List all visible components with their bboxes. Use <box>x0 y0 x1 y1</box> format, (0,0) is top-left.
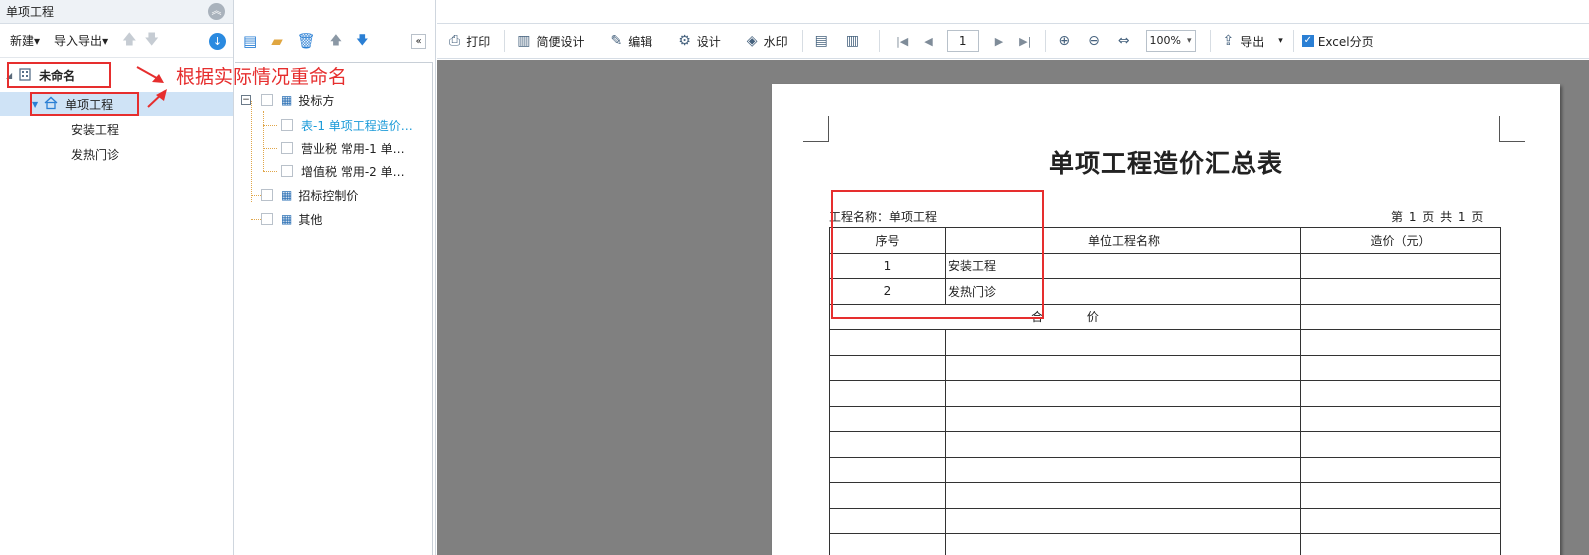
collapse-left-icon[interactable]: « <box>411 33 426 49</box>
project-toolbar: 新建▾ 导入导出▾ 🡅 🡇 ↓ <box>0 24 233 58</box>
tree-node-bid-control-price[interactable]: ▦ 招标控制价 <box>261 184 358 206</box>
checkmark-icon: ✓ <box>1301 35 1314 47</box>
checkbox[interactable] <box>281 165 293 177</box>
preview-toolbar: ⎙ 打印 ▥ 简便设计 ✎ 编辑 ⚙ 设计 ◈ 水印 ▤ ▥ |◀ ◀ 1 ▶ ▶| ⊕ … <box>437 24 1589 59</box>
layout-icon: ▥ <box>517 33 531 49</box>
export-icon: ⇪ <box>1222 33 1235 49</box>
empty-row <box>829 431 1501 458</box>
collapse-icon[interactable]: ︽ <box>208 3 225 20</box>
highlight-box-root <box>7 62 111 88</box>
page-number-input[interactable]: 1 <box>946 30 979 52</box>
empty-row <box>829 533 1501 555</box>
tree-node-label: 发热门诊 <box>71 147 120 162</box>
crop-mark <box>1499 116 1525 142</box>
checkbox[interactable] <box>281 119 293 131</box>
folder-report-icon: ▦ <box>281 188 293 202</box>
watermark-button[interactable]: ◈ 水印 <box>747 33 788 50</box>
prev-page-icon[interactable]: ◀ <box>924 35 932 48</box>
add-report-icon[interactable]: ▤ <box>243 32 257 50</box>
tree-node-label: 投标方 <box>298 93 335 108</box>
tree-node-unit-fever-clinic[interactable]: 发热门诊 <box>71 142 119 166</box>
add-folder-icon[interactable]: ▰ <box>271 32 283 50</box>
header-cell: 造价（元） <box>1300 227 1501 254</box>
report-preview-area[interactable]: 单项工程造价汇总表 工程名称：单项工程 第 1 页 共 1 页 序号 单位工程名… <box>437 60 1589 555</box>
empty-row <box>829 329 1501 356</box>
tree-node-label: 其他 <box>298 212 323 227</box>
import-export-menu-button[interactable]: 导入导出▾ <box>54 32 108 49</box>
next-page-icon[interactable]: ▶ <box>995 35 1003 48</box>
printer-icon: ⎙ <box>449 33 461 49</box>
zoom-out-icon: ⊖ <box>1088 33 1100 49</box>
tree-node-label: 安装工程 <box>71 122 120 137</box>
cost-cell <box>1300 278 1501 305</box>
empty-row <box>829 380 1501 407</box>
tree-node-label: 招标控制价 <box>298 188 359 203</box>
report-page: 单项工程造价汇总表 工程名称：单项工程 第 1 页 共 1 页 序号 单位工程名… <box>772 84 1560 555</box>
page-info: 第 1 页 共 1 页 <box>1391 210 1484 224</box>
delete-icon[interactable]: 🗑 <box>297 32 316 50</box>
export-button[interactable]: ⇪ 导出 ▾ <box>1223 33 1283 50</box>
move-down-icon[interactable]: 🡇 <box>356 31 368 52</box>
empty-row <box>829 482 1501 509</box>
tree-node-other[interactable]: ▦ 其他 <box>261 208 322 230</box>
simple-design-button[interactable]: ▥ 简便设计 <box>517 33 584 50</box>
crop-mark <box>803 116 829 142</box>
panel-title: 单项工程 <box>6 5 55 19</box>
empty-row <box>829 456 1501 483</box>
zoom-out-button[interactable]: ⊖ <box>1088 33 1106 49</box>
report-tree-toolbar: ▤ ▰ 🗑 🡅 🡇 « <box>235 24 435 58</box>
empty-row <box>829 405 1501 432</box>
double-page-view-button[interactable]: ▥ <box>846 33 865 49</box>
folder-report-icon: ▦ <box>281 212 293 226</box>
checkbox[interactable] <box>261 213 273 225</box>
new-menu-button[interactable]: 新建▾ <box>10 32 40 49</box>
checkbox[interactable] <box>261 189 273 201</box>
design-icon: ⚙ <box>678 33 691 49</box>
tree-node-report-1[interactable]: 表-1 单项工程造价… <box>281 114 413 136</box>
report-tree: − ▦ 投标方 表-1 单项工程造价… 营业税 常用-1 单… 增值税 常用-2… <box>235 62 433 555</box>
annotation-arrows <box>136 66 167 108</box>
panel-header: 单项工程 ︽ <box>0 0 233 24</box>
tree-node-label: 营业税 常用-1 单… <box>301 141 405 156</box>
move-up-icon[interactable]: 🡅 <box>122 29 136 53</box>
first-page-icon[interactable]: |◀ <box>896 35 908 48</box>
checkbox[interactable] <box>261 94 273 106</box>
double-page-icon: ▥ <box>845 33 860 49</box>
download-icon[interactable]: ↓ <box>209 33 226 50</box>
tree-node-label: 表-1 单项工程造价… <box>301 118 413 133</box>
total-cost-cell <box>1300 303 1501 330</box>
tree-node-unit-install[interactable]: 安装工程 <box>71 117 119 141</box>
tree-node-label: 增值税 常用-2 单… <box>301 164 405 179</box>
design-button[interactable]: ⚙ 设计 <box>678 33 721 50</box>
annotation-text: 根据实际情况重命名 <box>176 66 348 88</box>
title-bar-right <box>437 0 1589 24</box>
zoom-in-button[interactable]: ⊕ <box>1058 33 1076 49</box>
fit-width-icon: ⇔ <box>1117 33 1130 49</box>
excel-paging-checkbox[interactable]: ✓ Excel分页 <box>1301 33 1374 50</box>
zoom-select[interactable]: 100% <box>1145 30 1196 52</box>
print-button[interactable]: ⎙ 打印 <box>449 33 490 50</box>
report-title: 单项工程造价汇总表 <box>1048 149 1283 178</box>
move-down-icon[interactable]: 🡇 <box>145 29 159 53</box>
tree-node-vat[interactable]: 增值税 常用-2 单… <box>281 160 405 182</box>
highlight-box-table <box>831 190 1044 319</box>
empty-row <box>829 507 1501 534</box>
move-up-icon[interactable]: 🡅 <box>330 31 342 52</box>
single-page-view-button[interactable]: ▤ <box>815 33 834 49</box>
tree-node-bidder[interactable]: − ▦ 投标方 <box>241 89 334 111</box>
watermark-icon: ◈ <box>746 33 758 49</box>
tree-node-business-tax[interactable]: 营业税 常用-1 单… <box>281 137 405 159</box>
zoom-in-icon: ⊕ <box>1058 33 1071 49</box>
checkbox[interactable] <box>281 142 293 154</box>
last-page-icon[interactable]: ▶| <box>1019 35 1031 48</box>
fit-width-button[interactable]: ⇔ <box>1118 33 1136 49</box>
single-page-icon: ▤ <box>814 33 828 49</box>
edit-button[interactable]: ✎ 编辑 <box>610 33 652 50</box>
collapse-toggle-icon[interactable]: − <box>241 95 251 105</box>
cost-cell <box>1300 252 1501 279</box>
empty-row <box>829 354 1501 381</box>
folder-report-icon: ▦ <box>281 93 293 107</box>
edit-icon: ✎ <box>610 33 623 49</box>
highlight-box-single-project <box>30 92 139 116</box>
